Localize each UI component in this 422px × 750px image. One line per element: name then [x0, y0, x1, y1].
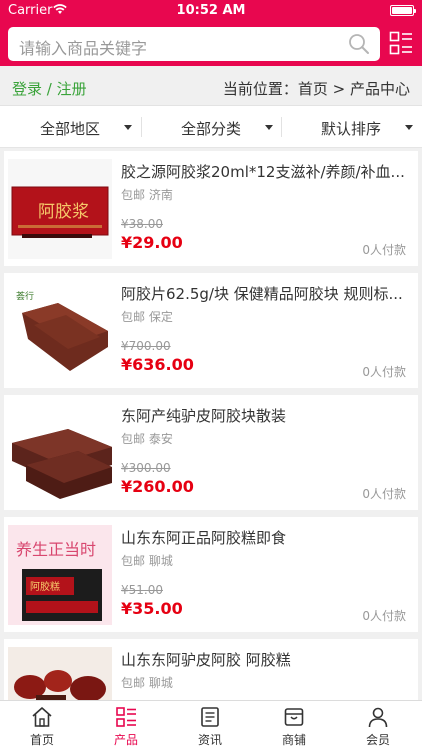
original-price: ¥38.00 — [121, 217, 163, 231]
product-image[interactable] — [8, 647, 112, 700]
tab-stores[interactable]: 商铺 — [252, 701, 336, 750]
original-price: ¥300.00 — [121, 461, 171, 475]
tab-label: 会员 — [365, 733, 390, 747]
product-image[interactable]: 荟行 — [8, 281, 112, 381]
breadcrumb: 当前位置：首页 > 产品中心 — [222, 80, 410, 98]
search-icon[interactable] — [348, 33, 370, 55]
original-price: ¥51.00 — [121, 583, 163, 597]
filter-category-label: 全部分类 — [181, 120, 242, 138]
sale-price: ¥35.00 — [121, 599, 183, 618]
filter-sort-label: 默认排序 — [321, 120, 382, 138]
product-image[interactable]: 阿胶浆 — [8, 159, 112, 259]
search-box[interactable]: 请输入商品关键字 — [8, 27, 380, 61]
location-bar: 登录 / 注册 当前位置：首页 > 产品中心 — [0, 66, 422, 106]
paid-count: 0人付款 — [362, 487, 406, 501]
product-card[interactable]: 东阿产纯驴皮阿胶块散装 包邮 泰安 ¥300.00 ¥260.00 0人付款 — [4, 395, 418, 510]
svg-text:阿胶浆: 阿胶浆 — [38, 202, 89, 222]
product-title[interactable]: 阿胶片62.5g/块 保健精品阿胶块 规则标... — [121, 283, 409, 304]
product-image[interactable]: 养生正当时 阿胶糕 — [8, 525, 112, 625]
member-icon — [368, 707, 388, 728]
filter-bar: 全部地区 全部分类 默认排序 — [0, 106, 422, 148]
sale-price: ¥636.00 — [121, 355, 194, 374]
product-title[interactable]: 胶之源阿胶浆20ml*12支滋补/养颜/补血... — [121, 161, 409, 182]
login-register-link[interactable]: 登录 / 注册 — [12, 78, 87, 99]
filter-sort[interactable]: 默认排序 — [281, 106, 421, 148]
product-card[interactable]: 荟行 阿胶片62.5g/块 保健精品阿胶块 规则标... 包邮 保定 ¥700.… — [4, 273, 418, 388]
app-screen: Carrier 10:52 AM 请输入商品关键字 登录 / 注册 当前位置：首… — [0, 0, 422, 750]
status-bar: Carrier 10:52 AM — [0, 0, 422, 22]
tab-bar: 首页 产品 资讯 商铺 会员 — [0, 700, 422, 750]
store-icon — [284, 708, 304, 726]
product-list: 阿胶浆 胶之源阿胶浆20ml*12支滋补/养颜/补血... 包邮 济南 ¥38.… — [0, 148, 422, 700]
sale-price: ¥29.00 — [121, 233, 183, 252]
product-location: 包邮 聊城 — [121, 676, 173, 690]
tab-label: 资讯 — [197, 733, 222, 747]
tab-home[interactable]: 首页 — [0, 701, 84, 750]
paid-count: 0人付款 — [362, 243, 406, 257]
tab-label: 商铺 — [281, 733, 306, 747]
product-location: 包邮 泰安 — [121, 432, 173, 446]
tab-label: 产品 — [113, 733, 138, 747]
svg-text:养生正当时: 养生正当时 — [16, 540, 96, 559]
paid-count: 0人付款 — [362, 365, 406, 379]
chevron-down-icon — [265, 125, 273, 130]
sale-price: ¥260.00 — [121, 477, 194, 496]
tab-news[interactable]: 资讯 — [168, 701, 252, 750]
chevron-down-icon — [124, 125, 132, 130]
product-location: 包邮 保定 — [121, 310, 173, 324]
battery-icon — [390, 5, 416, 16]
tab-label: 首页 — [29, 733, 54, 747]
product-list-icon — [116, 707, 136, 727]
category-menu-icon[interactable] — [389, 31, 413, 55]
product-title[interactable]: 东阿产纯驴皮阿胶块散装 — [121, 405, 409, 426]
tab-member[interactable]: 会员 — [336, 701, 420, 750]
news-icon — [201, 707, 219, 727]
svg-text:阿胶糕: 阿胶糕 — [30, 580, 60, 593]
tab-products[interactable]: 产品 — [84, 701, 168, 750]
original-price: ¥700.00 — [121, 339, 171, 353]
product-image[interactable] — [8, 403, 112, 503]
product-title[interactable]: 山东东阿正品阿胶糕即食 — [121, 527, 409, 548]
clock: 10:52 AM — [176, 3, 246, 18]
filter-region[interactable]: 全部地区 — [0, 106, 140, 148]
product-title[interactable]: 山东东阿驴皮阿胶 阿胶糕 — [121, 649, 409, 670]
header: Carrier 10:52 AM 请输入商品关键字 — [0, 0, 422, 66]
home-icon — [32, 707, 52, 727]
filter-category[interactable]: 全部分类 — [141, 106, 281, 148]
product-location: 包邮 聊城 — [121, 554, 173, 568]
product-location: 包邮 济南 — [121, 188, 173, 202]
paid-count: 0人付款 — [362, 609, 406, 623]
chevron-down-icon — [405, 125, 413, 130]
svg-text:荟行: 荟行 — [16, 290, 34, 302]
filter-region-label: 全部地区 — [40, 120, 101, 138]
product-card[interactable]: 养生正当时 阿胶糕 山东东阿正品阿胶糕即食 包邮 聊城 ¥51.00 ¥35.0… — [4, 517, 418, 632]
product-card[interactable]: 山东东阿驴皮阿胶 阿胶糕 包邮 聊城 — [4, 639, 418, 700]
search-input[interactable]: 请输入商品关键字 — [19, 35, 147, 59]
product-card[interactable]: 阿胶浆 胶之源阿胶浆20ml*12支滋补/养颜/补血... 包邮 济南 ¥38.… — [4, 151, 418, 266]
